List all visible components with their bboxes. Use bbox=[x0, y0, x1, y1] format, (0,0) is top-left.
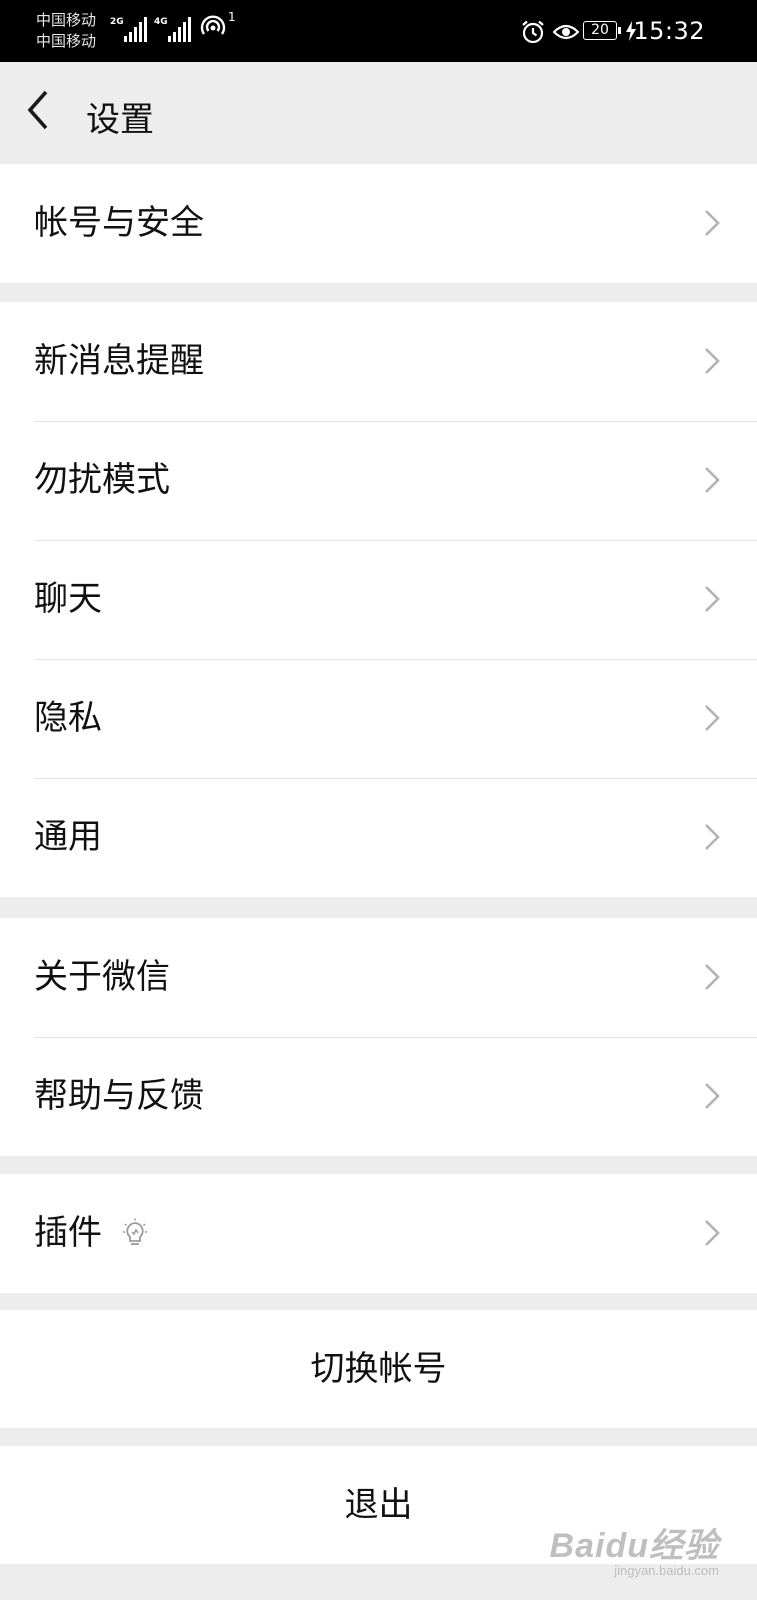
settings-item-label: 插件 bbox=[34, 1213, 102, 1253]
nav-bar: 设置 bbox=[0, 62, 757, 164]
chevron-right-icon bbox=[705, 1220, 720, 1246]
watermark-main-text: Baidu经验 bbox=[549, 1527, 719, 1565]
settings-item-account-security[interactable]: 帐号与安全 bbox=[0, 164, 757, 283]
carrier-name-1: 中国移动 bbox=[36, 11, 97, 29]
switch-account-section: 切换帐号 bbox=[0, 1310, 757, 1428]
switch-account-button[interactable]: 切换帐号 bbox=[0, 1310, 757, 1428]
switch-account-label: 切换帐号 bbox=[310, 1349, 447, 1389]
settings-item-new-message-alerts[interactable]: 新消息提醒 bbox=[0, 302, 757, 421]
chevron-right-icon bbox=[705, 467, 720, 493]
settings-group-plugins: 插件 bbox=[0, 1174, 757, 1293]
settings-group-about: 关于微信 帮助与反馈 bbox=[0, 918, 757, 1156]
battery-icon: 20 bbox=[583, 21, 621, 40]
settings-item-do-not-disturb[interactable]: 勿扰模式 bbox=[0, 421, 757, 540]
settings-group-main: 新消息提醒 勿扰模式 聊天 隐私 通用 bbox=[0, 302, 757, 897]
settings-item-label: 帐号与安全 bbox=[34, 203, 204, 243]
carrier-name-2: 中国移动 bbox=[36, 32, 97, 50]
network-type-1: 2G bbox=[110, 17, 124, 27]
chevron-right-icon bbox=[705, 705, 720, 731]
chevron-right-icon bbox=[705, 824, 720, 850]
clock-time: 15:32 bbox=[633, 17, 705, 45]
settings-item-about-wechat[interactable]: 关于微信 bbox=[0, 918, 757, 1037]
page-title: 设置 bbox=[86, 100, 154, 140]
hotspot-count: 1 bbox=[228, 10, 236, 24]
settings-group-account: 帐号与安全 bbox=[0, 164, 757, 283]
hotspot-status: 1 bbox=[200, 10, 236, 44]
carrier-names: 中国移动 中国移动 bbox=[36, 10, 96, 52]
settings-item-label: 新消息提醒 bbox=[34, 341, 204, 381]
settings-item-label: 聊天 bbox=[34, 579, 102, 619]
signal-bars-icon bbox=[124, 14, 150, 42]
chevron-right-icon bbox=[705, 964, 720, 990]
chevron-left-icon bbox=[27, 90, 48, 130]
signal-bars-icon bbox=[168, 14, 194, 42]
settings-item-label: 通用 bbox=[34, 817, 102, 857]
status-bar: 中国移动 中国移动 2G 4G 1 20 15:32 bbox=[0, 0, 757, 62]
chevron-right-icon bbox=[705, 1083, 720, 1109]
settings-item-label: 帮助与反馈 bbox=[34, 1076, 204, 1116]
eye-icon bbox=[553, 24, 579, 40]
settings-item-privacy[interactable]: 隐私 bbox=[0, 659, 757, 778]
back-button[interactable] bbox=[22, 88, 66, 138]
alarm-icon bbox=[522, 20, 544, 44]
settings-item-general[interactable]: 通用 bbox=[0, 778, 757, 897]
settings-item-label: 勿扰模式 bbox=[34, 460, 170, 500]
settings-item-label: 关于微信 bbox=[34, 957, 170, 997]
baidu-watermark: Baidu经验 jingyan.baidu.com bbox=[550, 1518, 719, 1578]
chevron-right-icon bbox=[705, 586, 720, 612]
settings-item-help-feedback[interactable]: 帮助与反馈 bbox=[0, 1037, 757, 1156]
settings-item-label: 隐私 bbox=[34, 698, 102, 738]
network-type-2: 4G bbox=[154, 17, 168, 27]
settings-item-plugins[interactable]: 插件 bbox=[0, 1174, 757, 1293]
chevron-right-icon bbox=[705, 348, 720, 374]
chevron-right-icon bbox=[705, 210, 720, 236]
settings-item-chat[interactable]: 聊天 bbox=[0, 540, 757, 659]
lightbulb-icon bbox=[123, 1218, 147, 1245]
hotspot-icon bbox=[200, 15, 226, 35]
